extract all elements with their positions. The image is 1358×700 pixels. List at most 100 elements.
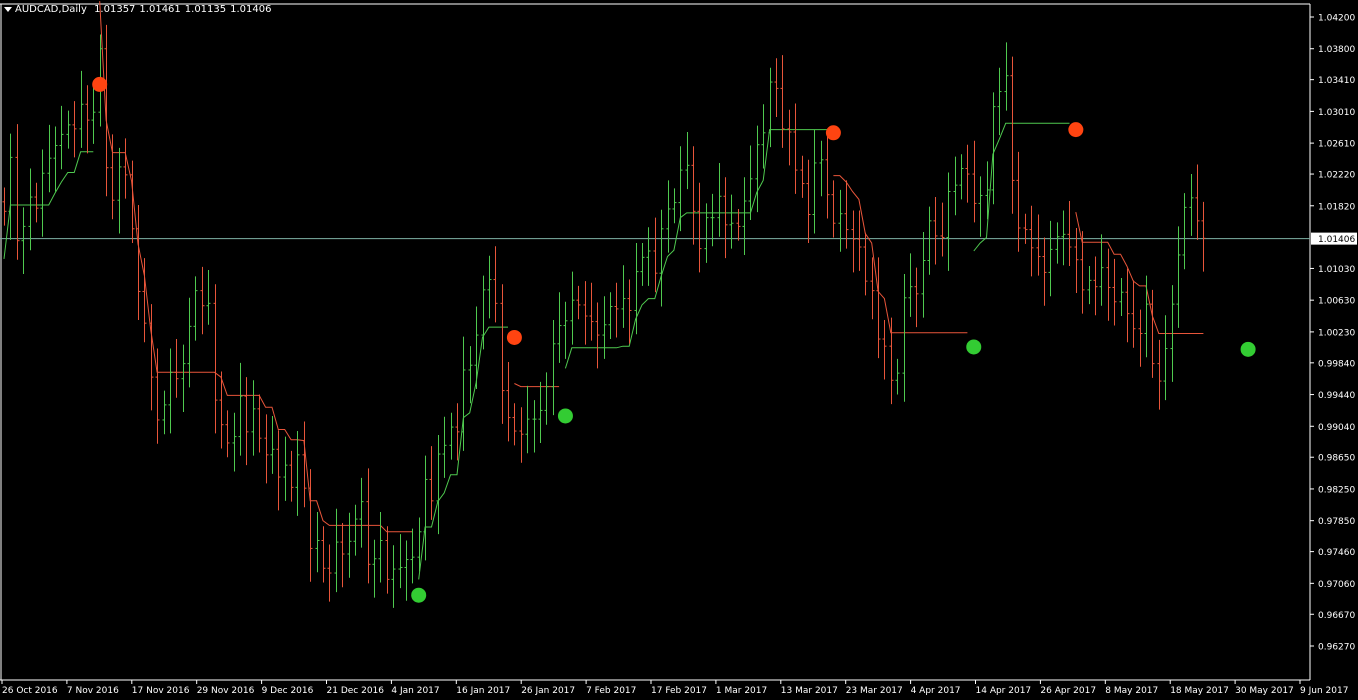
close-value: 1.01406 (230, 4, 272, 15)
price-bar (315, 511, 320, 573)
price-bar (404, 540, 409, 601)
price-bar (289, 450, 294, 502)
price-bar (168, 348, 173, 434)
price-bar (487, 255, 492, 319)
price-bar (34, 182, 39, 223)
price-bar (882, 319, 887, 380)
price-chart[interactable]: 1.04200 1.03800 1.03410 1.03010 1.02610 1.022… (0, 0, 1358, 700)
price-bar (1023, 213, 1028, 244)
bull-stop-line (973, 122, 1070, 252)
price-bar (79, 70, 84, 148)
bull-signal-dot (557, 408, 573, 424)
price-bar (193, 276, 198, 341)
price-bar (474, 306, 479, 390)
chart-axes (0, 3, 1311, 681)
price-bar (1157, 339, 1162, 410)
price-bar (1055, 222, 1060, 264)
price-bar (1067, 201, 1072, 267)
price-bar (1010, 56, 1015, 214)
price-bar (270, 415, 275, 474)
price-bar (436, 435, 441, 535)
time-tick-label: 21 Dec 2016 (327, 686, 385, 696)
price-bar (283, 436, 288, 501)
time-tick-label: 13 Mar 2017 (781, 686, 838, 696)
price-bar (181, 344, 186, 413)
price-bar (589, 282, 594, 341)
price-bar (200, 266, 205, 335)
price-bar (136, 204, 141, 320)
price-bar (697, 182, 702, 273)
time-tick-label: 23 Mar 2017 (846, 686, 903, 696)
time-tick-label: 29 Nov 2016 (197, 686, 255, 696)
price-bar (429, 446, 434, 520)
time-tick-label: 9 Dec 2016 (262, 686, 314, 696)
time-tick-label: 26 Oct 2016 (2, 686, 58, 696)
price-bar (895, 358, 900, 395)
price-bar (857, 210, 862, 271)
price-bar (902, 273, 907, 402)
price-bar (213, 284, 218, 434)
time-axis-labels: 26 Oct 2016 7 Nov 2016 17 Nov 2016 29 Nov 2… (1, 680, 1348, 696)
price-bar (876, 257, 881, 359)
price-bar (21, 207, 26, 274)
price-bar (621, 265, 626, 328)
time-tick-label: 1 Mar 2017 (716, 686, 767, 696)
price-bar (551, 319, 556, 416)
price-bar (1048, 220, 1053, 297)
bull-signal-dot (966, 339, 982, 355)
price-bar (340, 523, 345, 588)
chart-window[interactable]: 1.04200 1.03800 1.03410 1.03010 1.02610 1.022… (0, 0, 1358, 700)
price-tick-label: 1.02610 (1318, 140, 1355, 150)
price-bar (851, 210, 856, 273)
time-tick-label: 17 Nov 2016 (132, 686, 190, 696)
price-bar (1195, 164, 1200, 240)
price-tick-label: 1.00230 (1318, 328, 1355, 338)
price-bar (461, 336, 466, 451)
price-bar (997, 67, 1002, 136)
trailing-stop-lines (3, 1, 1204, 580)
price-bar (225, 410, 230, 458)
price-bar (2, 187, 7, 226)
price-bar (1036, 214, 1041, 276)
price-tick-label: 0.99040 (1318, 423, 1355, 433)
price-bar (423, 455, 428, 561)
price-bar (678, 146, 683, 232)
time-tick-label: 14 Apr 2017 (976, 686, 1032, 696)
price-bar (15, 124, 20, 260)
price-tick-label: 1.03410 (1318, 76, 1355, 86)
time-tick-label: 4 Apr 2017 (911, 686, 961, 696)
price-bar (1112, 258, 1117, 326)
price-bar (28, 168, 33, 251)
price-bar (232, 412, 237, 472)
current-price-label: 1.01406 (1318, 235, 1355, 245)
price-bar (410, 528, 415, 584)
price-bar (519, 407, 524, 463)
price-bar (493, 246, 498, 323)
triangle-down-icon[interactable] (4, 6, 12, 12)
bear-stop-line (99, 1, 413, 533)
price-bar (908, 253, 913, 317)
price-bar (1182, 193, 1187, 270)
price-bar (972, 140, 977, 223)
price-bar (538, 381, 543, 443)
price-tick-label: 0.99840 (1318, 359, 1355, 369)
price-tick-label: 1.03010 (1318, 108, 1355, 118)
time-tick-label: 7 Feb 2017 (586, 686, 636, 696)
price-bar (40, 149, 45, 237)
price-bar (59, 105, 64, 170)
price-bar (576, 285, 581, 320)
price-bar (1016, 151, 1021, 252)
price-bar (372, 539, 377, 598)
bull-signal-dot (411, 587, 427, 603)
price-bar (1131, 280, 1136, 348)
price-bar (646, 227, 651, 286)
price-bar (117, 147, 122, 234)
price-tick-label: 0.96270 (1318, 643, 1355, 653)
price-tick-label: 1.00630 (1318, 297, 1355, 307)
price-bar (1093, 256, 1098, 316)
time-tick-label: 30 May 2017 (1235, 686, 1294, 696)
price-bar (347, 512, 352, 578)
price-bar (666, 180, 671, 253)
price-bar (334, 508, 339, 593)
price-bar (659, 209, 664, 307)
